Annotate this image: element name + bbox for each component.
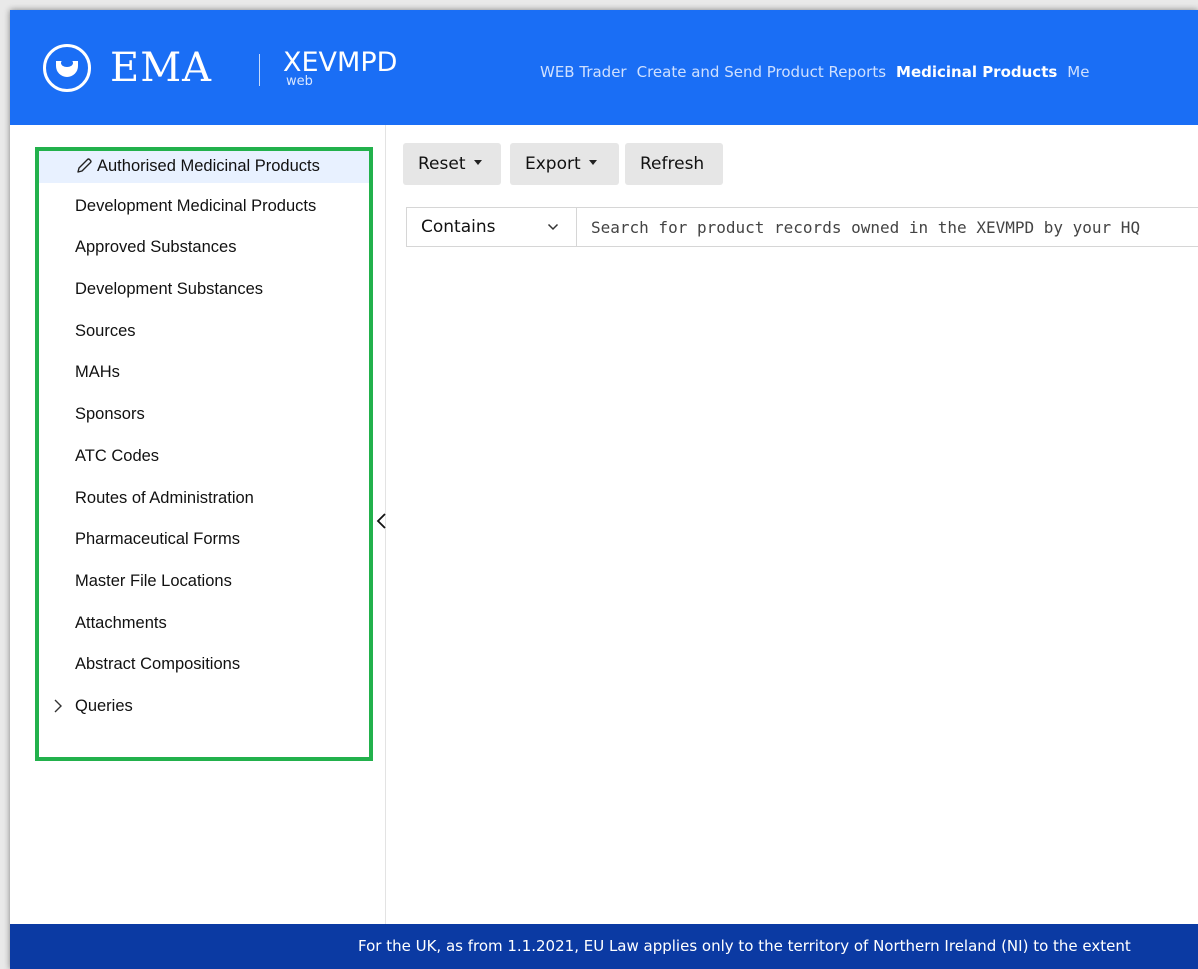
sidebar-item-label: Master File Locations: [75, 571, 232, 590]
caret-down-icon: [588, 159, 597, 165]
sidebar-item-attachments[interactable]: Attachments: [39, 608, 369, 650]
sidebar-item-queries[interactable]: Queries: [39, 691, 369, 733]
app-window: EMA XEVMPD web WEB Trader Create and Send…: [10, 10, 1198, 969]
nav-create-send-reports[interactable]: Create and Send Product Reports: [637, 63, 886, 81]
sidebar-item-pharmaceutical-forms[interactable]: Pharmaceutical Forms: [39, 524, 369, 566]
search-bar: Contains: [406, 207, 1198, 247]
footer: For the UK, as from 1.1.2021, EU Law app…: [10, 924, 1198, 969]
logo-text[interactable]: EMA: [110, 44, 212, 92]
footer-notice: For the UK, as from 1.1.2021, EU Law app…: [358, 937, 1131, 955]
refresh-button[interactable]: Refresh: [625, 143, 723, 185]
nav-medicinal-products[interactable]: Medicinal Products: [896, 63, 1057, 81]
sidebar-nav: Authorised Medicinal Products Developmen…: [39, 149, 369, 733]
sidebar-item-label: Attachments: [75, 613, 167, 632]
search-input[interactable]: [578, 208, 1198, 246]
refresh-button-label: Refresh: [640, 154, 705, 174]
sidebar-item-approved-substances[interactable]: Approved Substances: [39, 232, 369, 274]
app-subtitle: web: [286, 74, 313, 89]
export-button-label: Export: [525, 154, 581, 174]
chevron-down-icon: [547, 223, 559, 231]
sidebar-item-label: MAHs: [75, 363, 120, 382]
sidebar-item-label: Queries: [75, 696, 133, 715]
top-nav: WEB Trader Create and Send Product Report…: [540, 62, 1099, 82]
sidebar-item-label: Approved Substances: [75, 238, 237, 257]
sidebar-item-label: ATC Codes: [75, 446, 160, 465]
sidebar-item-label: Authorised Medicinal Products: [97, 157, 320, 175]
ema-logo-icon[interactable]: [43, 44, 91, 92]
reset-button-label: Reset: [418, 154, 466, 174]
nav-more[interactable]: Me: [1067, 63, 1089, 81]
nav-web-trader[interactable]: WEB Trader: [540, 63, 627, 81]
logo-divider: [259, 54, 260, 86]
reset-button[interactable]: Reset: [403, 143, 501, 185]
sidebar-item-development-medicinal-products[interactable]: Development Medicinal Products: [39, 191, 369, 233]
sidebar-item-authorised-medicinal-products[interactable]: Authorised Medicinal Products: [39, 149, 369, 183]
export-button[interactable]: Export: [510, 143, 619, 185]
sidebar-item-label: Development Medicinal Products: [75, 196, 317, 215]
pencil-icon: [77, 158, 92, 173]
sidebar-item-mahs[interactable]: MAHs: [39, 357, 369, 399]
sidebar-item-sources[interactable]: Sources: [39, 316, 369, 358]
sidebar-item-label: Pharmaceutical Forms: [75, 530, 241, 549]
sidebar-item-label: Routes of Administration: [75, 488, 254, 507]
search-mode-select[interactable]: Contains: [407, 208, 577, 246]
sidebar-item-label: Abstract Compositions: [75, 655, 241, 674]
sidebar-item-label: Development Substances: [75, 280, 264, 299]
sidebar-item-label: Sources: [75, 321, 136, 340]
sidebar-item-atc-codes[interactable]: ATC Codes: [39, 441, 369, 483]
search-mode-value: Contains: [421, 217, 496, 237]
sidebar-item-master-file-locations[interactable]: Master File Locations: [39, 566, 369, 608]
sidebar-item-abstract-compositions[interactable]: Abstract Compositions: [39, 649, 369, 691]
header-bar: EMA XEVMPD web WEB Trader Create and Send…: [10, 10, 1198, 125]
sidebar-item-routes-of-administration[interactable]: Routes of Administration: [39, 483, 369, 525]
sidebar-item-label: Sponsors: [75, 405, 145, 424]
sidebar-item-development-substances[interactable]: Development Substances: [39, 274, 369, 316]
collapse-sidebar-icon[interactable]: [374, 509, 390, 533]
chevron-right-icon[interactable]: [51, 697, 65, 715]
sidebar-item-sponsors[interactable]: Sponsors: [39, 399, 369, 441]
caret-down-icon: [473, 159, 482, 165]
